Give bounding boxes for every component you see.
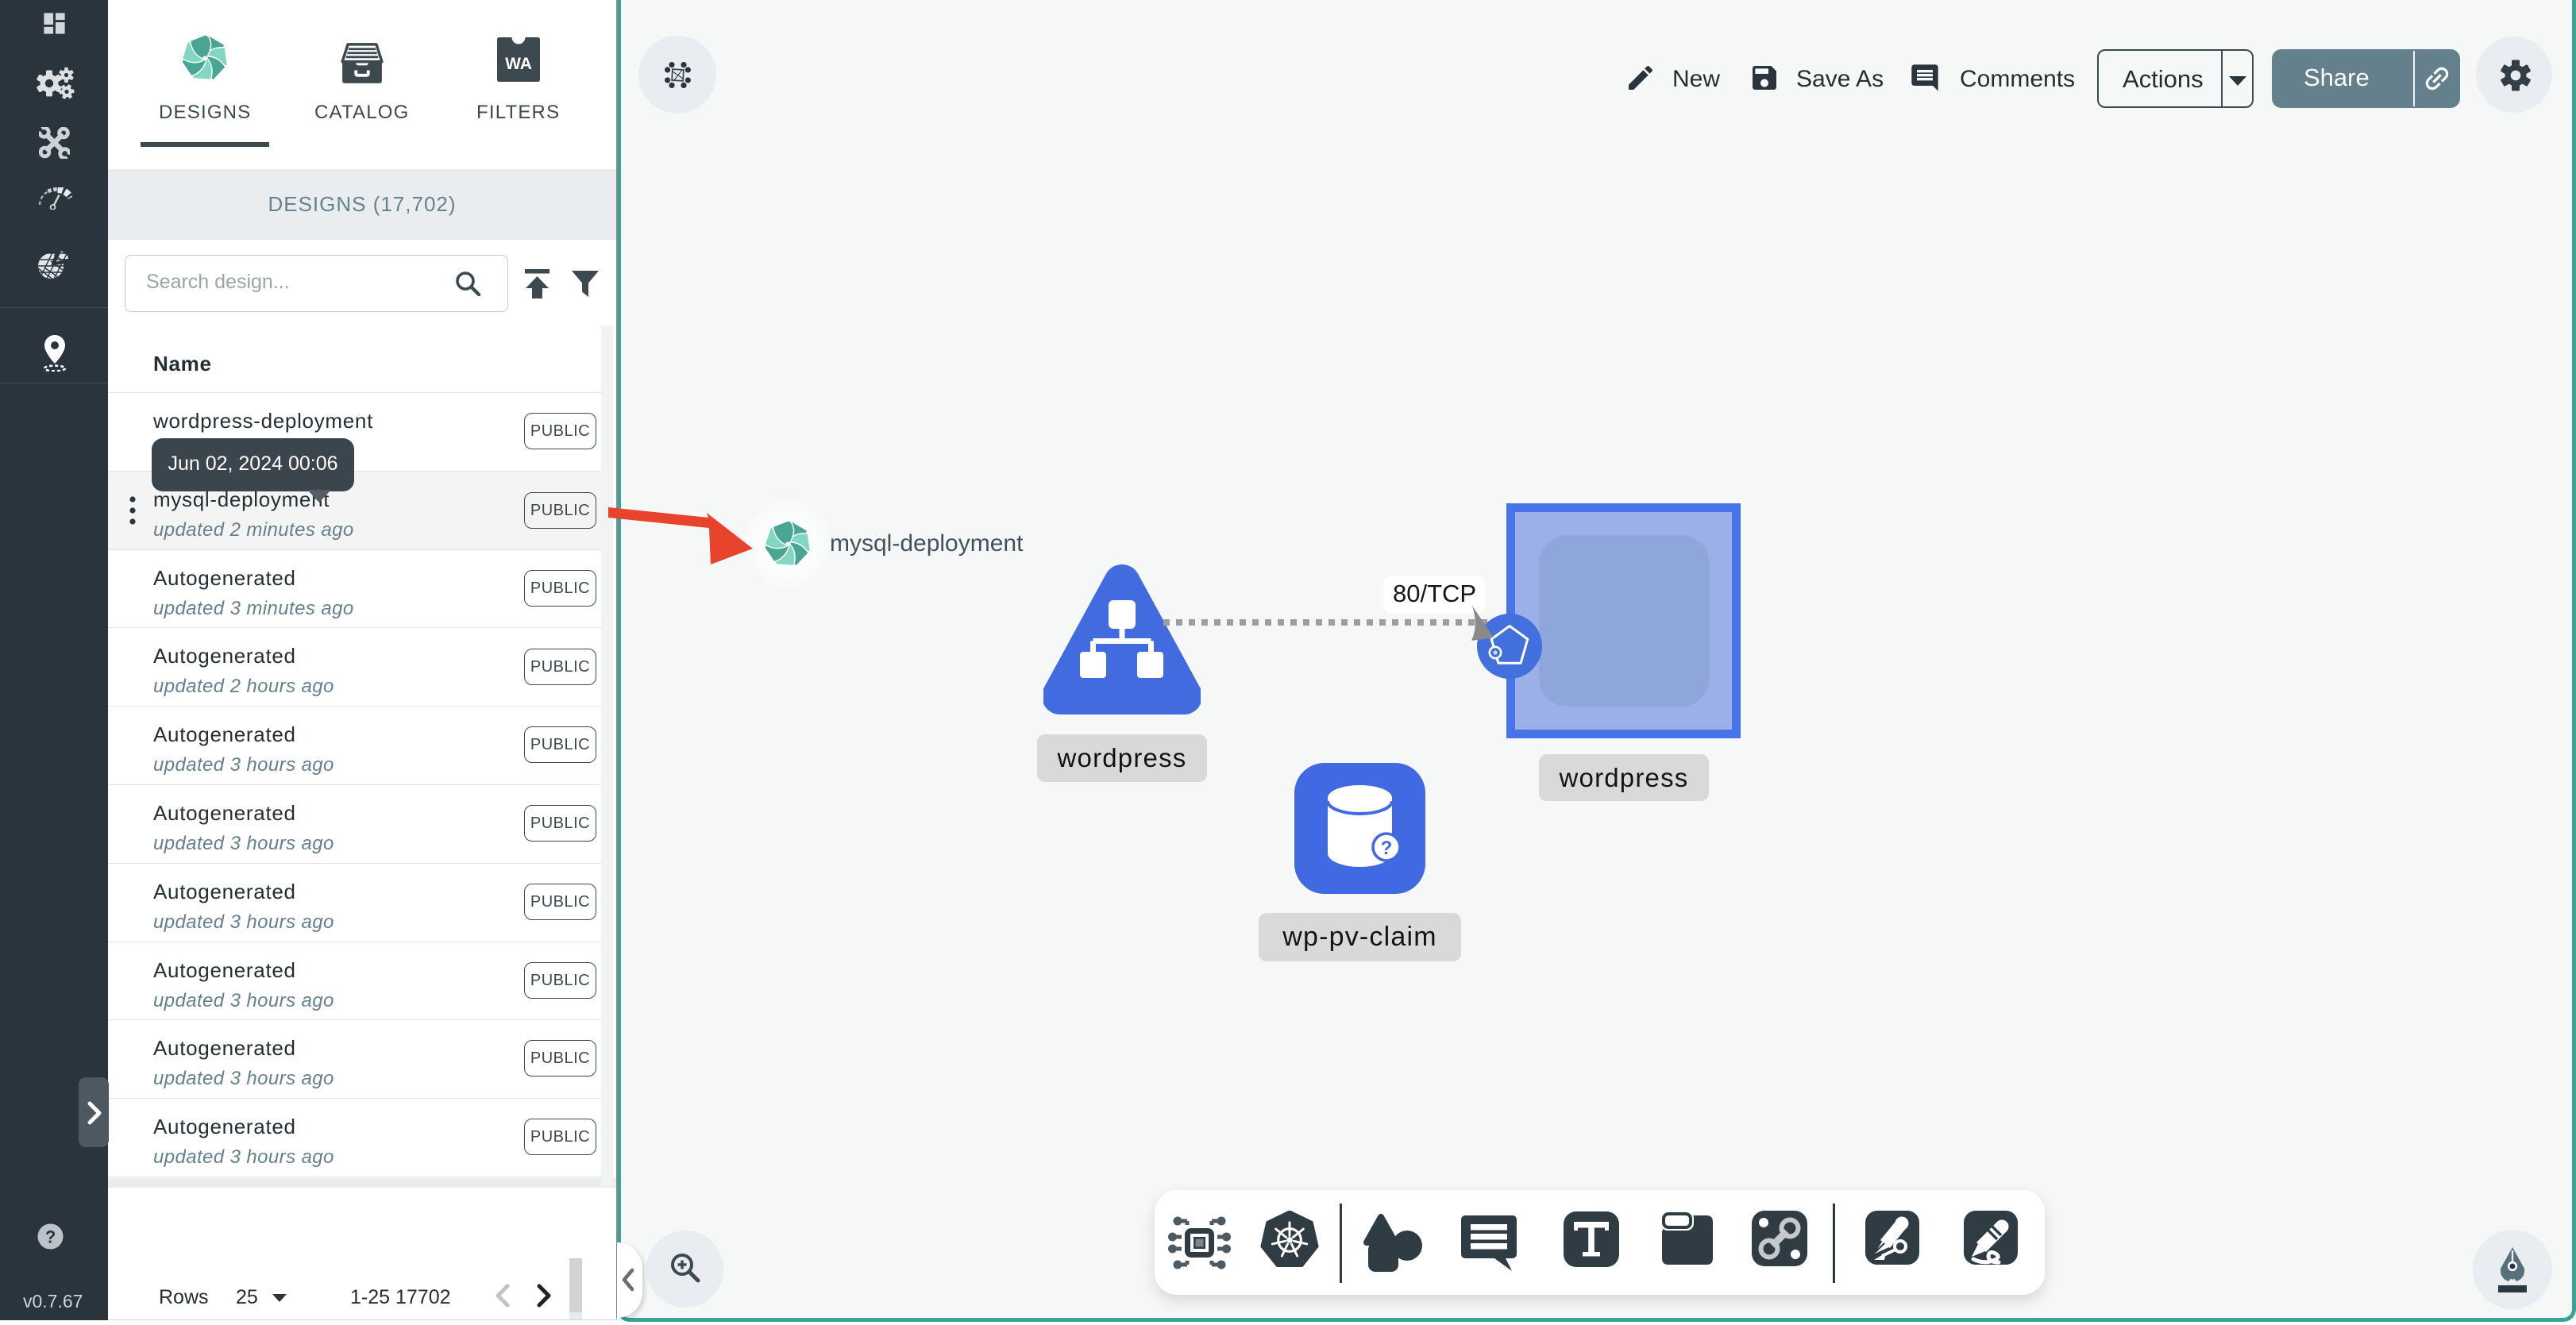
svg-text:?: ? [45,1227,56,1247]
svg-text:WA: WA [505,55,532,73]
svg-text:?: ? [1381,838,1393,859]
